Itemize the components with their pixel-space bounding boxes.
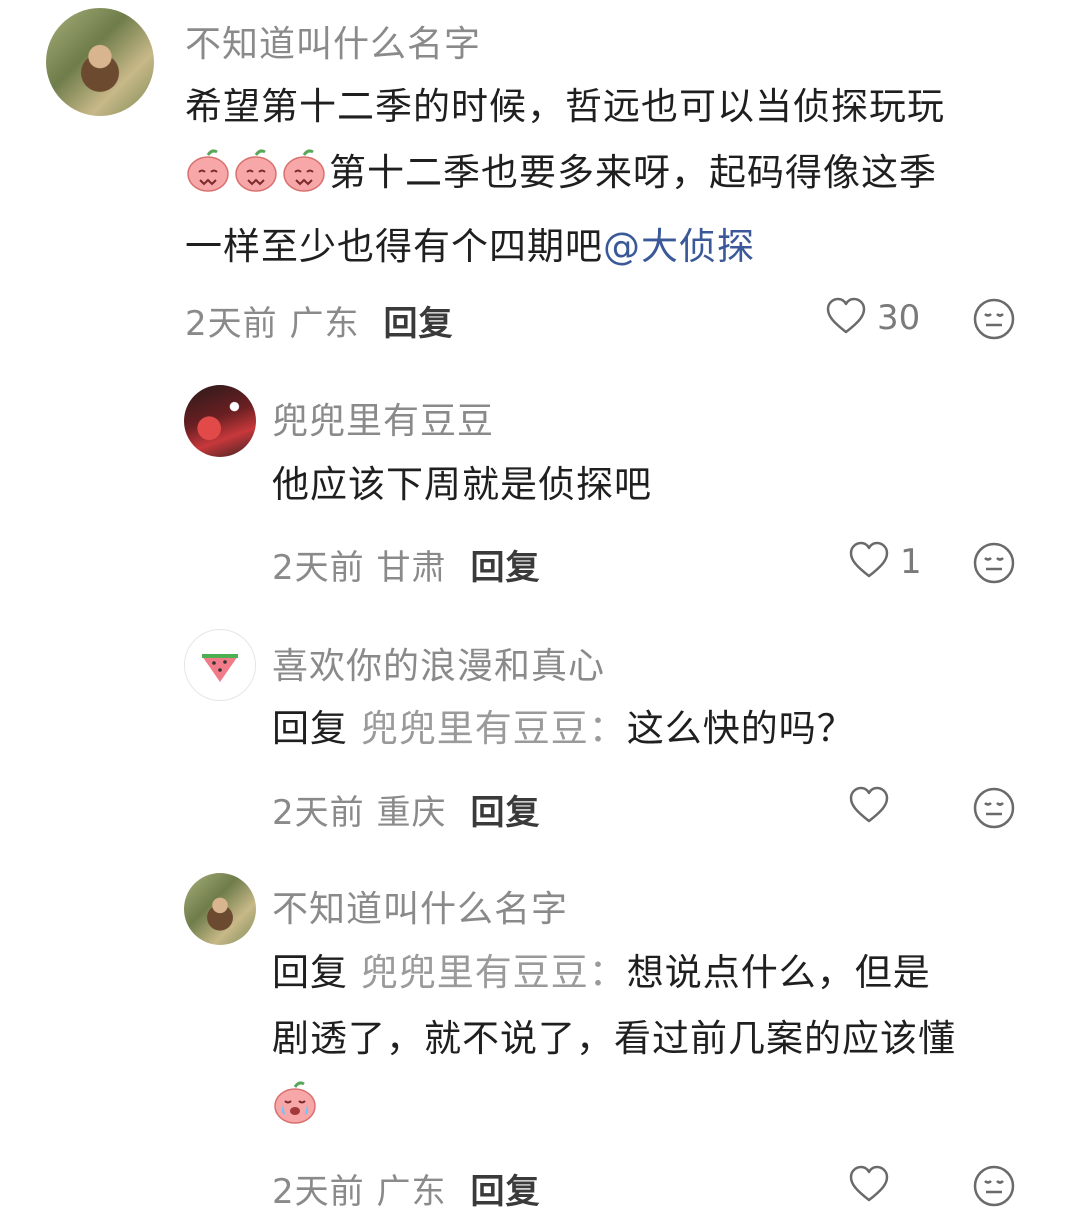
pink-peach-blush-emoji: [185, 147, 231, 214]
reply-button[interactable]: 回复: [383, 304, 453, 344]
like-button[interactable]: [848, 785, 900, 829]
comment-text: 他应该下周就是侦探吧: [272, 452, 1032, 518]
comment-text: 回复 兜兜里有豆豆：想说点什么，但是 剧透了，就不说了，看过前几案的应该懂: [272, 940, 1052, 1146]
user-avatar[interactable]: [184, 629, 256, 701]
pink-peach-blush-emoji: [281, 147, 327, 214]
reply-target-username[interactable]: 兜兜里有豆豆：: [361, 951, 627, 994]
reply-button[interactable]: 回复: [470, 1172, 540, 1212]
reply-item: 不知道叫什么名字 回复 兜兜里有豆豆：想说点什么，但是 剧透了，就不说了，看过前…: [0, 870, 1080, 1213]
comment-text: 希望第十二季的时候，哲远也可以当侦探玩玩 第十二季也要多来呀，起码得像这季 一样…: [185, 74, 1045, 280]
crying-peach-emoji: [272, 1079, 318, 1146]
dislike-face-icon[interactable]: [972, 786, 1016, 834]
comment-meta: 2天前 甘肃 回复: [272, 540, 540, 589]
comment-time-location: 2天前 重庆: [272, 793, 447, 833]
comment-time-location: 2天前 广东: [272, 1172, 447, 1212]
user-avatar[interactable]: [184, 385, 256, 457]
comment-time-location: 2天前 广东: [185, 304, 360, 344]
comment-text-fragment: 这么快的吗？: [626, 707, 855, 750]
user-avatar[interactable]: [46, 8, 154, 116]
comment-text-line: [272, 1072, 1052, 1146]
like-button[interactable]: [848, 1164, 900, 1208]
comment-text-line: 他应该下周就是侦探吧: [272, 463, 652, 506]
like-count: 1: [900, 542, 922, 582]
comment-username[interactable]: 喜欢你的浪漫和真心: [272, 637, 605, 689]
dislike-face-icon[interactable]: [972, 1164, 1016, 1212]
reply-item: 喜欢你的浪漫和真心 回复 兜兜里有豆豆：这么快的吗？ 2天前 重庆 回复: [0, 625, 1080, 855]
like-button[interactable]: 30: [825, 296, 920, 340]
watermelon-icon: [202, 654, 238, 682]
pink-peach-blush-emoji: [233, 147, 279, 214]
user-avatar[interactable]: [184, 873, 256, 945]
heart-icon: [848, 785, 890, 829]
like-count: 30: [877, 298, 921, 338]
heart-icon: [848, 540, 890, 584]
comment-username[interactable]: 不知道叫什么名字: [185, 15, 481, 67]
comment-meta: 2天前 重庆 回复: [272, 785, 540, 834]
comment-text-line: 剧透了，就不说了，看过前几案的应该懂: [272, 1017, 956, 1060]
comment-item: 不知道叫什么名字 希望第十二季的时候，哲远也可以当侦探玩玩 第十二季也要多来呀，…: [0, 0, 1080, 350]
comment-text-line: 第十二季也要多来呀，起码得像这季: [185, 140, 1045, 214]
mention-link[interactable]: @大侦探: [603, 225, 755, 268]
reply-target-username[interactable]: 兜兜里有豆豆：: [361, 707, 627, 750]
comment-text-fragment: 第十二季也要多来呀，起码得像这季: [329, 151, 937, 194]
like-button[interactable]: 1: [848, 540, 922, 584]
comment-text-line: 回复 兜兜里有豆豆：想说点什么，但是: [272, 940, 1052, 1006]
comment-username[interactable]: 不知道叫什么名字: [272, 880, 568, 932]
comment-meta: 2天前 广东 回复: [272, 1164, 540, 1213]
comment-text: 回复 兜兜里有豆豆：这么快的吗？: [272, 696, 1032, 762]
comment-text-fragment: 想说点什么，但是: [626, 951, 931, 994]
comment-time-location: 2天前 甘肃: [272, 548, 447, 588]
comment-text-fragment: 一样至少也得有个四期吧: [185, 225, 603, 268]
comment-username[interactable]: 兜兜里有豆豆: [272, 392, 494, 444]
dislike-face-icon[interactable]: [972, 541, 1016, 589]
dislike-face-icon[interactable]: [972, 297, 1016, 345]
comment-meta: 2天前 广东 回复: [185, 296, 453, 345]
comment-text-line: 希望第十二季的时候，哲远也可以当侦探玩玩: [185, 85, 945, 128]
reply-button[interactable]: 回复: [470, 548, 540, 588]
reply-prefix: 回复: [272, 951, 348, 994]
heart-icon: [825, 296, 867, 340]
reply-button[interactable]: 回复: [470, 793, 540, 833]
reply-prefix: 回复: [272, 707, 348, 750]
comment-text-line: 回复 兜兜里有豆豆：这么快的吗？: [272, 696, 1032, 762]
comment-text-line: 一样至少也得有个四期吧@大侦探: [185, 214, 1045, 280]
heart-icon: [848, 1164, 890, 1208]
reply-item: 兜兜里有豆豆 他应该下周就是侦探吧 2天前 甘肃 回复 1: [0, 380, 1080, 610]
